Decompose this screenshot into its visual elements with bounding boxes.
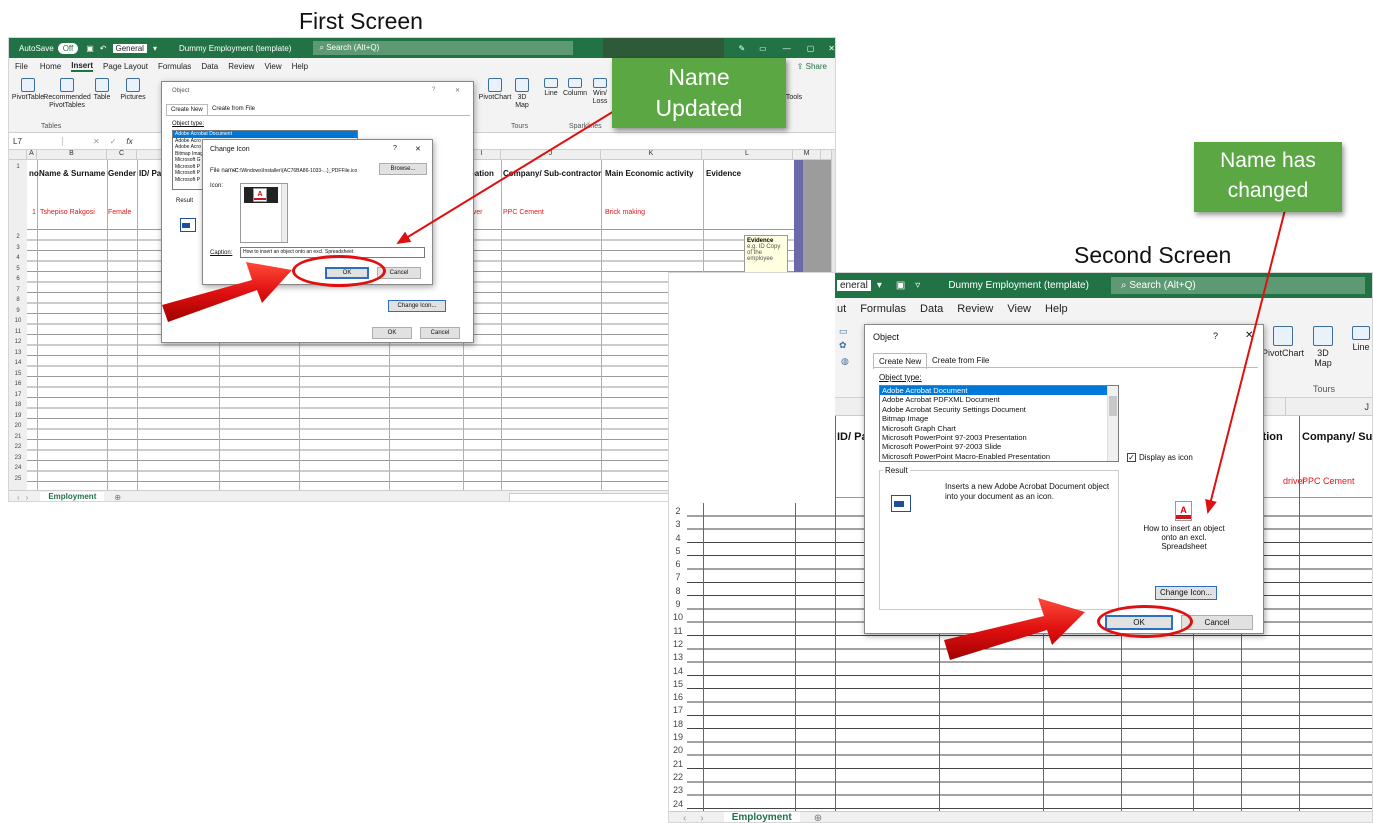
big-arrow-first-ok [162, 262, 292, 322]
arrow-name-updated [396, 93, 643, 245]
highlight-oval-first-ok [292, 255, 386, 287]
tutorial-composite: First Screen Second Screen AutoSave Off … [0, 0, 1373, 823]
callout-line: Name has [1220, 149, 1316, 172]
callout-line: changed [1227, 179, 1309, 202]
highlight-oval-second-ok [1097, 605, 1193, 638]
big-arrow-second-ok [944, 598, 1085, 660]
callout-line: Name [668, 64, 730, 90]
arrow-name-changed [1205, 209, 1286, 514]
callout-line: Updated [655, 95, 743, 121]
callout-name-updated: Name Updated [612, 58, 786, 128]
callout-name-has-changed: Name has changed [1194, 142, 1342, 212]
